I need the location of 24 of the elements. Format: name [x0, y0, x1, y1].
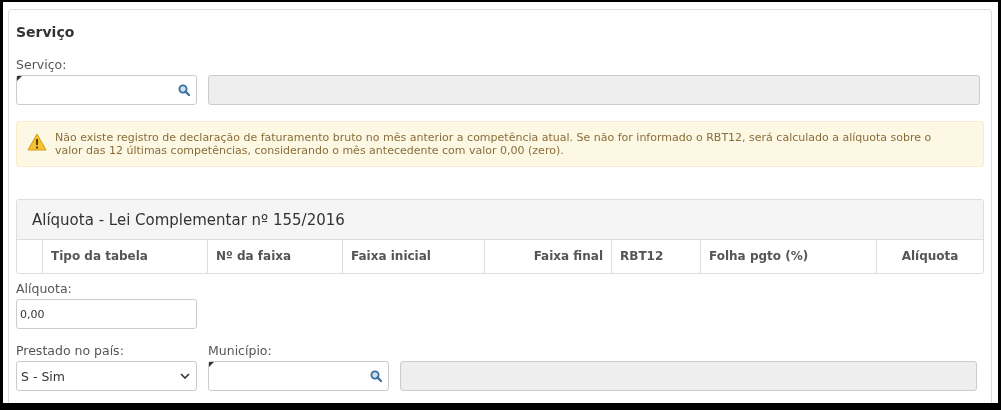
field-label: Prestado no país:	[16, 343, 125, 360]
rate-input-field[interactable]: 0,00	[16, 299, 197, 329]
field-label: Município:	[208, 343, 273, 360]
corner-marker-icon	[209, 362, 214, 367]
city-search-field[interactable]	[208, 361, 389, 391]
service-search-field[interactable]	[16, 75, 197, 105]
field-label: Alíquota:	[16, 281, 73, 298]
search-icon[interactable]	[370, 370, 382, 382]
column-header: RBT12	[611, 240, 700, 273]
section-title: Serviço	[16, 24, 76, 40]
column-header: Faixa inicial	[342, 240, 484, 273]
table-title: Alíquota - Lei Complementar nº 155/2016	[17, 200, 983, 240]
column-header: Folha pgto (%)	[700, 240, 876, 273]
chevron-down-icon	[180, 373, 190, 379]
column-header: Alíquota	[876, 240, 983, 273]
search-icon[interactable]	[178, 84, 190, 96]
column-header: Tipo da tabela	[42, 240, 207, 273]
warning-message: Não existe registro de declaração de faturamento bruto no mês anterior a competência atual. Se não for informado o RBT12, será calculado a alíquota sobre o valor das 12 últimas competências, considerando o mês antecedente com valor 0,00 (zero).	[55, 131, 933, 157]
corner-marker-icon	[17, 76, 22, 81]
country-select[interactable]: S - Sim	[16, 361, 197, 391]
warning-icon	[27, 133, 47, 151]
column-header: Faixa final	[484, 240, 611, 273]
field-label: Serviço:	[16, 57, 68, 74]
column-header: Nº da faixa	[207, 240, 342, 273]
